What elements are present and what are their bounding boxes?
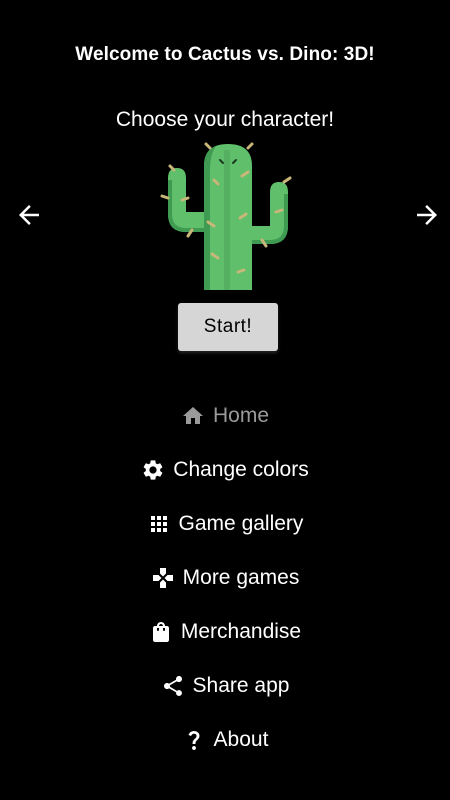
- arrow-left-icon: [19, 205, 39, 225]
- menu-item-label: Merchandise: [180, 620, 302, 643]
- grid-icon: [147, 512, 171, 536]
- next-character-button[interactable]: [412, 200, 442, 230]
- gear-icon: [141, 458, 165, 482]
- home-icon: [181, 404, 205, 428]
- question-icon: [182, 728, 206, 752]
- share-icon: [161, 674, 185, 698]
- menu-item-label: Change colors: [173, 458, 309, 481]
- menu-item-label: About: [213, 728, 269, 751]
- page-title: Welcome to Cactus vs. Dino: 3D!: [75, 44, 375, 65]
- menu-item-about[interactable]: About: [0, 720, 450, 760]
- prev-character-button[interactable]: [14, 200, 44, 230]
- app-screen: Welcome to Cactus vs. Dino: 3D! Choose y…: [0, 0, 450, 800]
- menu-item-game-gallery[interactable]: Game gallery: [0, 504, 450, 544]
- shopping-bag-icon: [149, 620, 173, 644]
- menu-item-label: Home: [212, 404, 270, 427]
- menu-item-label: Game gallery: [178, 512, 304, 535]
- cactus-icon: [160, 142, 292, 290]
- menu-item-share-app[interactable]: Share app: [0, 666, 450, 706]
- menu-item-change-colors[interactable]: Change colors: [0, 450, 450, 490]
- menu-item-home[interactable]: Home: [0, 396, 450, 436]
- page-subtitle: Choose your character!: [115, 108, 335, 131]
- menu-item-label: Share app: [192, 674, 290, 697]
- menu-item-label: More games: [182, 566, 300, 589]
- menu-item-merchandise[interactable]: Merchandise: [0, 612, 450, 652]
- arrow-right-icon: [417, 205, 437, 225]
- start-button[interactable]: Start!: [178, 303, 278, 351]
- character-preview: [158, 140, 298, 290]
- gamepad-icon: [151, 566, 175, 590]
- menu-item-more-games[interactable]: More games: [0, 558, 450, 598]
